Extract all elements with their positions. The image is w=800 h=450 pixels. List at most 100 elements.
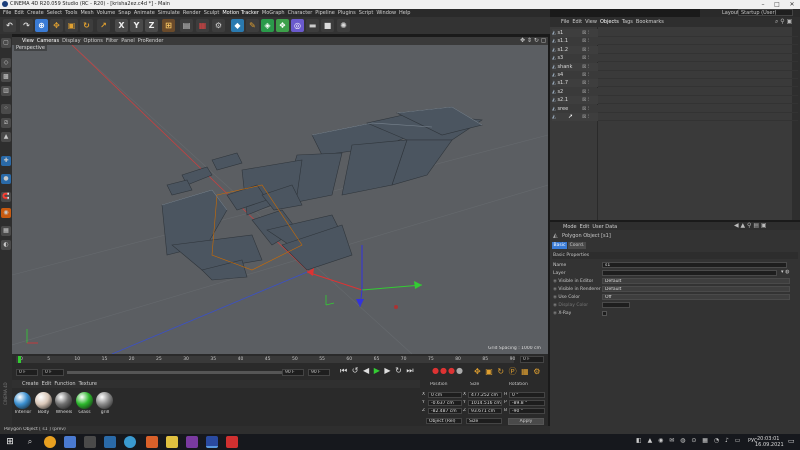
object-tags-cell[interactable] bbox=[598, 88, 798, 96]
viewport-menu-display[interactable]: Display bbox=[62, 37, 80, 45]
material-menu-texture[interactable]: Texture bbox=[79, 380, 97, 388]
timeline-ruler[interactable]: 0 5 10 15 20 25 30 35 40 45 50 55 60 65 70 75 80 85 90 bbox=[16, 356, 515, 363]
apply-button[interactable]: Apply bbox=[508, 418, 544, 425]
close-button[interactable]: ✕ bbox=[785, 0, 799, 9]
viewport-menu-options[interactable]: Options bbox=[84, 37, 103, 45]
size-field[interactable]: 1014.516 cm bbox=[468, 400, 502, 406]
material-preview[interactable] bbox=[55, 392, 72, 409]
object-row[interactable]: ◭ bbox=[552, 113, 598, 121]
position-field[interactable]: -82.487 cm bbox=[428, 408, 462, 414]
planar-workplane-icon[interactable]: ▦ bbox=[1, 226, 11, 236]
x-axis-lock-button[interactable]: X bbox=[115, 19, 128, 32]
object-row[interactable]: ◭ s2.1 bbox=[552, 96, 598, 105]
object-menu-objects[interactable]: Objects bbox=[600, 18, 619, 26]
blender-icon[interactable] bbox=[146, 436, 158, 448]
object-name[interactable]: s1 bbox=[557, 30, 563, 36]
menu-window[interactable]: Window bbox=[376, 9, 396, 17]
position-field[interactable]: -0.637 cm bbox=[428, 400, 462, 406]
menu-create[interactable]: Create bbox=[27, 9, 44, 17]
floor-icon[interactable]: ▬ bbox=[306, 19, 319, 32]
size-field[interactable]: 93.671 cm bbox=[468, 408, 502, 414]
premiere-icon[interactable] bbox=[186, 436, 198, 448]
menu-help[interactable]: Help bbox=[399, 9, 410, 17]
menu-sculpt[interactable]: Sculpt bbox=[204, 9, 220, 17]
playhead[interactable] bbox=[18, 356, 21, 363]
viewport-menu-filter[interactable]: Filter bbox=[106, 37, 118, 45]
menu-mograph[interactable]: MoGraph bbox=[262, 9, 285, 17]
object-visibility-toggles[interactable]: ⊠ ⁝ bbox=[582, 89, 589, 95]
object-row[interactable]: ◭ s3 bbox=[552, 54, 598, 63]
layout-selector[interactable]: Layout: Startup (User) bbox=[700, 9, 800, 17]
material-swatch[interactable]: Wheels bbox=[55, 392, 73, 415]
size-mode-select[interactable]: Size bbox=[466, 418, 502, 424]
object-visibility-toggles[interactable]: ⊠ ⁝ bbox=[582, 80, 589, 86]
menu-render[interactable]: Render bbox=[183, 9, 201, 17]
keyframe-mode-icons[interactable]: ✥ ▣ ↻ Ⓟ ▦ ⚙ bbox=[474, 366, 548, 378]
current-frame-field[interactable]: 0 F bbox=[520, 356, 544, 363]
viewport-menu-panel[interactable]: Panel bbox=[121, 37, 135, 45]
coordinate-mode-select[interactable]: Object (Rel) bbox=[426, 418, 462, 424]
system-tray-icons[interactable]: ◧ ▲ ◉ ✉ ◍ ⊙ ▦ ◔ ♪ ▭ bbox=[636, 437, 746, 447]
object-row[interactable]: ◭ s1.1 bbox=[552, 37, 598, 46]
menu-select[interactable]: Select bbox=[47, 9, 62, 17]
perspective-viewport[interactable]: Perspective Grid Spacing : 1000 cm bbox=[12, 45, 548, 354]
object-visibility-toggles[interactable]: ⊠ ⁝ bbox=[582, 30, 589, 36]
search-taskbar-icon[interactable]: ⌕ bbox=[24, 436, 36, 448]
viewport-menu-cameras[interactable]: Cameras bbox=[37, 37, 59, 45]
minimize-button[interactable]: – bbox=[756, 0, 770, 9]
selection-tool-icon[interactable]: ⊕ bbox=[35, 19, 48, 32]
material-preview[interactable] bbox=[34, 392, 52, 409]
tweak-mode-icon[interactable]: ● bbox=[1, 174, 11, 184]
object-visibility-toggles[interactable]: ⊠ ⁝ bbox=[582, 97, 589, 103]
object-menu-file[interactable]: File bbox=[561, 18, 569, 26]
menu-file[interactable]: File bbox=[3, 9, 11, 17]
polygons-mode-icon[interactable]: ▲ bbox=[1, 132, 11, 142]
undo-icon[interactable]: ↶ bbox=[3, 19, 16, 32]
search-icon[interactable]: ⌕ ⚲ ▣ bbox=[775, 18, 792, 26]
object-name[interactable]: s4 bbox=[557, 72, 563, 78]
material-swatch[interactable]: Glass bbox=[75, 392, 94, 415]
object-row[interactable]: ◭ s2 bbox=[552, 87, 598, 96]
screen-recorder-icon[interactable] bbox=[226, 436, 238, 448]
menu-plugins[interactable]: Plugins bbox=[338, 9, 356, 17]
position-field[interactable]: 0 cm bbox=[428, 392, 462, 398]
locked-workplane-icon[interactable]: ◉ bbox=[1, 208, 11, 218]
rotation-field[interactable]: -89.8 ° bbox=[509, 400, 545, 406]
object-tags-cell[interactable] bbox=[598, 46, 798, 54]
material-menu-create[interactable]: Create bbox=[22, 380, 39, 388]
enable-axis-icon[interactable]: ✚ bbox=[1, 156, 11, 166]
object-tags-cell[interactable] bbox=[598, 29, 798, 37]
deformer-icon[interactable]: ◎ bbox=[291, 19, 304, 32]
tab-basic[interactable]: Basic bbox=[552, 242, 567, 249]
move-tool-icon[interactable]: ✥ bbox=[50, 19, 63, 32]
subdivision-surface-icon[interactable]: ◈ bbox=[261, 19, 274, 32]
start-frame-field[interactable]: 0 F bbox=[16, 369, 38, 376]
min-frame-field[interactable]: 0 F bbox=[42, 369, 64, 376]
attribute-value-use-color[interactable]: Off bbox=[602, 294, 790, 300]
light-icon[interactable]: ✺ bbox=[337, 19, 350, 32]
object-tags-cell[interactable] bbox=[598, 96, 798, 105]
object-row[interactable]: ◭ s4 bbox=[552, 71, 598, 79]
windows-start-icon[interactable]: ⊞ bbox=[4, 436, 16, 448]
object-name[interactable]: s2 bbox=[557, 89, 563, 95]
menu-motion-tracker[interactable]: Motion Tracker bbox=[222, 9, 259, 17]
object-menu-view[interactable]: View bbox=[585, 18, 597, 26]
attribute-nav-icons[interactable]: ◀ ▲ ⚲ ▤ ▣ bbox=[734, 222, 767, 229]
rotation-field[interactable]: 0 ° bbox=[509, 392, 545, 398]
workplane-icon[interactable]: ▥ bbox=[1, 86, 11, 96]
render-picture-viewer-icon[interactable]: ▦ bbox=[196, 19, 209, 32]
render-view-icon[interactable]: ▤ bbox=[180, 19, 193, 32]
end-frame-field[interactable]: 90 F bbox=[308, 369, 330, 376]
menu-pipeline[interactable]: Pipeline bbox=[315, 9, 335, 17]
viewport-menu-view[interactable]: View bbox=[22, 37, 34, 45]
app-icon[interactable] bbox=[84, 436, 96, 448]
telegram-icon[interactable] bbox=[124, 436, 136, 448]
maximize-button[interactable]: □ bbox=[770, 0, 784, 9]
menu-volume[interactable]: Volume bbox=[97, 9, 116, 17]
viewport-navigation-icons[interactable]: ✥ ⇕ ↻ ▢ bbox=[520, 37, 548, 45]
render-settings-icon[interactable]: ⚙ bbox=[212, 19, 225, 32]
object-row[interactable]: ◭ s1.2 bbox=[552, 45, 598, 54]
menu-script[interactable]: Script bbox=[359, 9, 374, 17]
attribute-value-display-color[interactable] bbox=[602, 302, 630, 308]
layout-value[interactable]: Startup (User) bbox=[738, 9, 793, 16]
